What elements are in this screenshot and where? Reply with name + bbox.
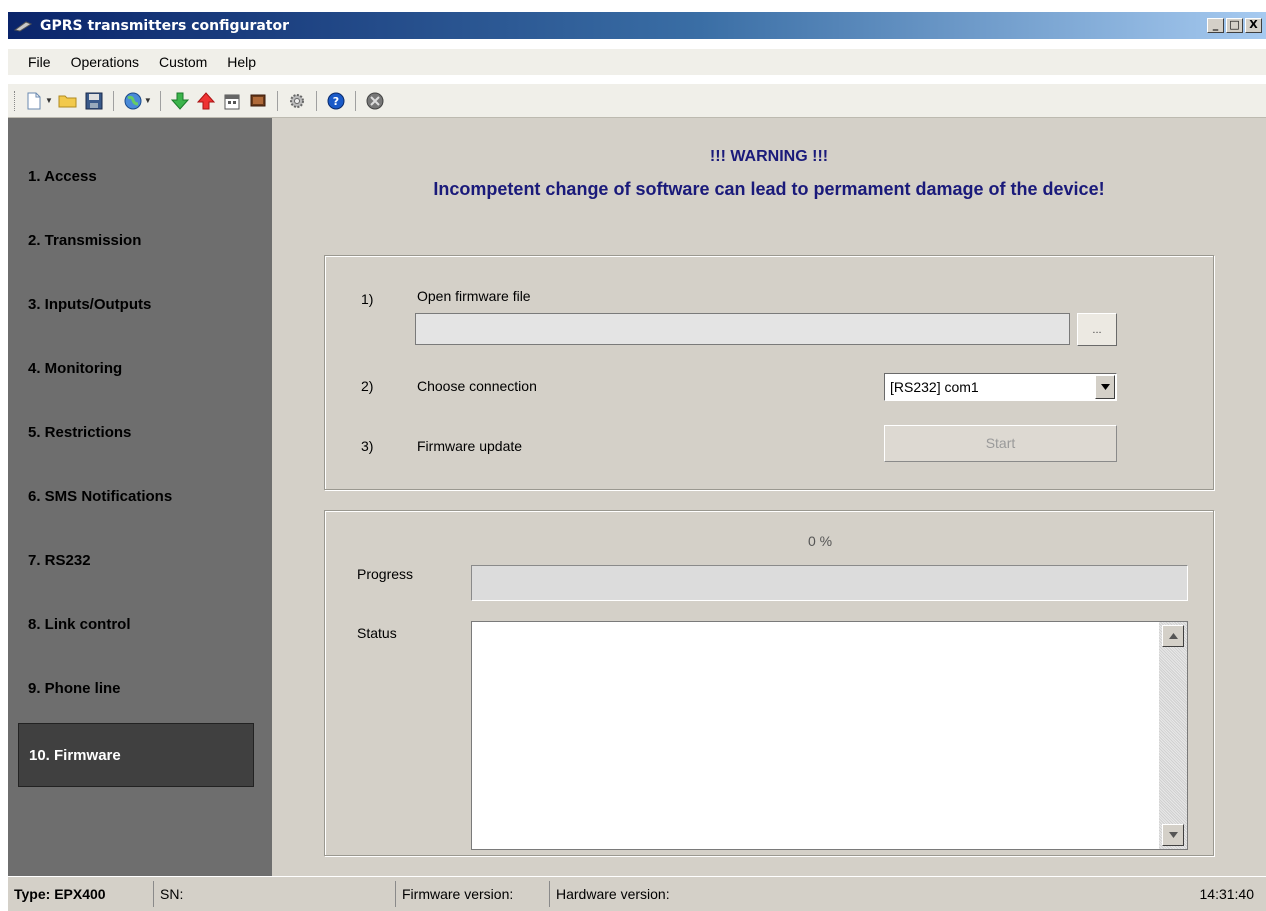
- calendar-icon[interactable]: [221, 90, 243, 112]
- toolbar-separator: [159, 90, 161, 111]
- toolbar-separator: [112, 90, 114, 111]
- step1-number: 1): [361, 291, 374, 307]
- step3-label: Firmware update: [417, 438, 523, 454]
- sidebar-item-monitoring[interactable]: 4. Monitoring: [18, 336, 254, 400]
- menu-bar: File Operations Custom Help: [8, 49, 1266, 75]
- serial-number: SN:: [154, 881, 396, 907]
- step2-label: Choose connection: [417, 378, 537, 394]
- sidebar-item-transmission[interactable]: 2. Transmission: [18, 208, 254, 272]
- toolbar-grip[interactable]: [14, 90, 17, 111]
- save-icon[interactable]: [83, 90, 105, 112]
- sidebar: 1. Access 2. Transmission 3. Inputs/Outp…: [8, 118, 272, 876]
- app-icon: [14, 19, 34, 33]
- sidebar-item-inputs-outputs[interactable]: 3. Inputs/Outputs: [18, 272, 254, 336]
- toolbar-separator: [276, 90, 278, 111]
- status-scrollbar[interactable]: [1159, 622, 1187, 849]
- firmware-version: Firmware version:: [396, 881, 550, 907]
- status-label: Status: [357, 625, 397, 641]
- maximize-button[interactable]: □: [1226, 18, 1243, 33]
- menu-file[interactable]: File: [18, 54, 61, 70]
- toolbar-separator: [315, 90, 317, 111]
- window-title: GPRS transmitters configurator: [40, 17, 290, 34]
- step3-number: 3): [361, 438, 374, 454]
- open-folder-icon[interactable]: [57, 90, 79, 112]
- menu-help[interactable]: Help: [217, 54, 266, 70]
- exit-icon[interactable]: [364, 90, 386, 112]
- connection-select[interactable]: [RS232] com1: [884, 373, 1117, 401]
- settings-gear-icon[interactable]: [286, 90, 308, 112]
- hardware-version: Hardware version:: [556, 886, 670, 902]
- close-button[interactable]: X: [1245, 18, 1262, 33]
- progress-percent: 0 %: [807, 533, 833, 549]
- sidebar-item-restrictions[interactable]: 5. Restrictions: [18, 400, 254, 464]
- status-text: [472, 622, 1187, 630]
- firmware-path-input[interactable]: [415, 313, 1070, 345]
- step1-label: Open firmware file: [417, 288, 531, 304]
- svg-text:?: ?: [333, 95, 339, 108]
- progress-bar: [471, 565, 1188, 601]
- sidebar-item-firmware[interactable]: 10. Firmware: [18, 723, 254, 787]
- title-bar: GPRS transmitters configurator _ □ X: [8, 12, 1266, 39]
- progress-label: Progress: [357, 566, 414, 582]
- sidebar-item-phone-line[interactable]: 9. Phone line: [18, 656, 254, 720]
- step2-number: 2): [361, 378, 374, 394]
- help-icon[interactable]: ?: [325, 90, 347, 112]
- sidebar-item-access[interactable]: 1. Access: [18, 144, 254, 208]
- status-textarea[interactable]: [471, 621, 1188, 850]
- toolbar: ▼ ▼ ?: [8, 84, 1266, 118]
- firmware-panel: 1) Open firmware file ... 2) Choose conn…: [324, 255, 1214, 490]
- warning-title: !!! WARNING !!!: [709, 148, 829, 165]
- sidebar-item-rs232[interactable]: 7. RS232: [18, 528, 254, 592]
- download-arrow-icon[interactable]: [169, 90, 191, 112]
- status-bar: Type: EPX400 SN: Firmware version: Hardw…: [8, 876, 1266, 911]
- globe-icon[interactable]: [122, 90, 144, 112]
- new-icon[interactable]: [23, 90, 45, 112]
- toolbar-separator: [354, 90, 356, 111]
- scroll-down-icon[interactable]: [1162, 824, 1184, 846]
- upload-arrow-icon[interactable]: [195, 90, 217, 112]
- sidebar-item-link-control[interactable]: 8. Link control: [18, 592, 254, 656]
- warning-message: Incompetent change of software can lead …: [433, 179, 1105, 199]
- start-button[interactable]: Start: [884, 425, 1117, 462]
- menu-custom[interactable]: Custom: [149, 54, 217, 70]
- progress-panel: 0 % Progress Status: [324, 510, 1214, 856]
- scroll-up-icon[interactable]: [1162, 625, 1184, 647]
- connection-select-value: [RS232] com1: [890, 379, 979, 395]
- minimize-button[interactable]: _: [1207, 18, 1224, 33]
- browse-button[interactable]: ...: [1077, 313, 1117, 346]
- clock: 14:31:40: [1199, 886, 1255, 902]
- globe-dropdown-icon[interactable]: ▼: [144, 96, 152, 105]
- chevron-down-icon[interactable]: [1095, 375, 1115, 399]
- sidebar-item-sms-notifications[interactable]: 6. SMS Notifications: [18, 464, 254, 528]
- device-type: Type: EPX400: [8, 881, 154, 907]
- menu-operations[interactable]: Operations: [61, 54, 149, 70]
- new-dropdown-icon[interactable]: ▼: [45, 96, 53, 105]
- main-content: !!! WARNING !!! Incompetent change of so…: [272, 118, 1266, 876]
- monitor-icon[interactable]: [247, 90, 269, 112]
